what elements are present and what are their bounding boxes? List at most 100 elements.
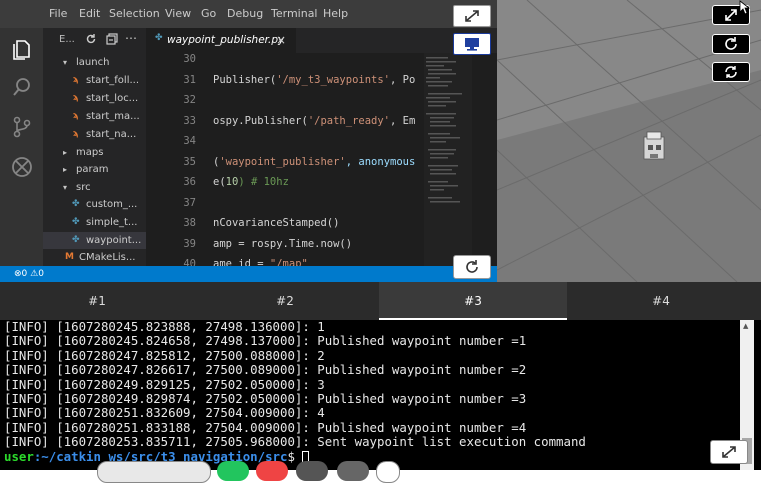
menu-bar: File Edit Selection View Go Debug Termin…	[0, 0, 497, 28]
prompt-user: user	[4, 448, 34, 464]
activity-bar	[0, 28, 43, 266]
terminal-line: [INFO] [1607280245.824658, 27498.137000]…	[4, 333, 527, 349]
white-action-button[interactable]	[376, 461, 400, 483]
terminal-line: [INFO] [1607280249.829125, 27502.050000]…	[4, 376, 325, 392]
tree-item-file[interactable]: ✤ simple_t...	[43, 214, 146, 231]
error-count: 0	[21, 269, 28, 279]
tree-item-launch[interactable]: ▾ launch	[43, 54, 146, 71]
tab-waypoint-publisher[interactable]: ✤ waypoint_publisher.py ×	[146, 28, 296, 53]
line-number: 40	[183, 258, 196, 266]
line-number: 34	[183, 135, 196, 147]
tree-item-file[interactable]: M CMakeLis...	[43, 249, 146, 266]
menu-view[interactable]: View	[165, 7, 191, 21]
tree-item-param[interactable]: ▸ param	[43, 161, 146, 178]
chevron-right-icon: ▸	[63, 148, 68, 157]
line-number: 33	[183, 114, 196, 127]
line-number: 30	[183, 53, 196, 65]
tree-item-file[interactable]: ✤ custom_...	[43, 196, 146, 213]
python-icon: ✤	[72, 235, 80, 245]
terminal-line: [INFO] [1607280247.825812, 27500.088000]…	[4, 347, 325, 363]
tree-item-file[interactable]: ϡ start_foll...	[43, 72, 146, 89]
close-icon[interactable]: ×	[276, 33, 286, 47]
sim-reload-button[interactable]	[712, 62, 750, 82]
terminal-tab-2[interactable]: #2	[191, 282, 379, 320]
explorer-sidebar: E... ⋯ ▾ launch ϡ start_foll... ϡ start_…	[43, 28, 146, 266]
chevron-down-icon: ▾	[63, 183, 68, 192]
reload-editor-button[interactable]	[453, 255, 491, 279]
explorer-header: E... ⋯	[43, 28, 146, 52]
collapse-all-icon[interactable]	[106, 33, 118, 45]
red-action-button[interactable]	[256, 461, 288, 481]
minimap[interactable]	[424, 53, 472, 266]
code-editor[interactable]: 30 31 Publisher('/my_t3_waypoints', Po 32 33…	[146, 53, 497, 266]
terminal-tab-1[interactable]: #1	[3, 282, 191, 320]
green-action-button[interactable]	[217, 461, 249, 481]
code-token: Publisher(	[213, 73, 277, 86]
refresh-icon[interactable]	[85, 33, 97, 45]
tree-item-maps[interactable]: ▸ maps	[43, 144, 146, 161]
code-token: "/map"	[269, 258, 308, 266]
source-control-icon[interactable]	[9, 114, 35, 140]
terminal-tab-4[interactable]: #4	[567, 282, 755, 320]
tree-item-file[interactable]: ϡ start_loc...	[43, 90, 146, 107]
code-line: ospy.Publisher('/path_ready', Em	[213, 115, 415, 127]
scroll-up-icon[interactable]: ▲	[743, 322, 748, 330]
menu-selection[interactable]: Selection	[109, 7, 160, 21]
code-line: amp = rospy.Time.now()	[213, 238, 352, 250]
search-icon[interactable]	[9, 74, 35, 100]
terminal-tab-3[interactable]: #3	[379, 282, 567, 320]
menu-terminal[interactable]: Terminal	[271, 7, 318, 21]
error-icon: ⊗	[14, 269, 22, 279]
terminal-expand-button[interactable]	[710, 440, 748, 464]
extensions-icon[interactable]	[9, 154, 35, 180]
editor-tab-bar: ✤ waypoint_publisher.py ×	[146, 28, 497, 53]
simulation-view[interactable]	[497, 0, 761, 282]
menu-help[interactable]: Help	[323, 7, 348, 21]
tree-item-file[interactable]: ϡ start_na...	[43, 126, 146, 143]
expand-icon	[722, 446, 736, 458]
line-number: 36	[183, 176, 196, 188]
tab-label: waypoint_publisher.py	[167, 34, 285, 46]
terminal-line: [INFO] [1607280245.823888, 27498.136000]…	[4, 320, 325, 334]
robot-model	[643, 131, 665, 160]
code-line: e(10) # 10hz	[213, 176, 289, 188]
explorer-title: E...	[59, 34, 75, 45]
terminal-line: [INFO] [1607280251.833188, 27504.009000]…	[4, 419, 527, 435]
menu-edit[interactable]: Edit	[79, 7, 100, 21]
chevron-right-icon: ▸	[63, 165, 68, 174]
cmake-icon: M	[65, 252, 74, 262]
code-token: '/path_ready'	[307, 114, 391, 127]
terminal-output[interactable]: [INFO] [1607280245.823888, 27498.136000]…	[0, 320, 761, 470]
refresh-icon	[466, 260, 478, 273]
expand-editor-button[interactable]	[453, 5, 491, 27]
line-number: 39	[183, 237, 196, 250]
sim-reset-button[interactable]	[712, 34, 750, 54]
menu-debug[interactable]: Debug	[227, 7, 263, 21]
line-number: 32	[183, 94, 196, 106]
line-number: 37	[183, 196, 196, 209]
bottom-toolbar-pill[interactable]	[97, 461, 211, 483]
gray-action-button[interactable]	[337, 461, 369, 481]
rss-icon: ϡ	[73, 75, 79, 85]
gray-action-button[interactable]	[296, 461, 328, 481]
python-icon: ✤	[72, 199, 80, 209]
minimap-preview	[426, 57, 462, 203]
expand-icon	[465, 10, 479, 22]
files-icon[interactable]	[9, 36, 35, 62]
code-line: ame_id = "/map"	[213, 258, 308, 266]
rss-icon: ϡ	[73, 93, 79, 103]
problems-indicator[interactable]: ⊗0 ⚠0	[14, 268, 44, 280]
tree-item-file-selected[interactable]: ✤ waypoint...	[43, 232, 146, 249]
code-token: 10	[225, 176, 239, 188]
monitor-icon	[465, 38, 479, 51]
menu-go[interactable]: Go	[201, 7, 216, 21]
terminal-line: [INFO] [1607280247.826617, 27500.089000]…	[4, 362, 527, 378]
more-actions-icon[interactable]: ⋯	[125, 31, 137, 45]
tree-item-src[interactable]: ▾ src	[43, 179, 146, 196]
code-token: 'waypoint_publisher'	[219, 155, 346, 168]
tree-item-file[interactable]: ϡ start_ma...	[43, 108, 146, 125]
menu-file[interactable]: File	[49, 7, 67, 21]
terminal-line: [INFO] [1607280253.835711, 27505.968000]…	[4, 434, 586, 450]
status-bar: ⊗0 ⚠0	[0, 266, 497, 282]
desktop-view-button[interactable]	[453, 33, 491, 55]
